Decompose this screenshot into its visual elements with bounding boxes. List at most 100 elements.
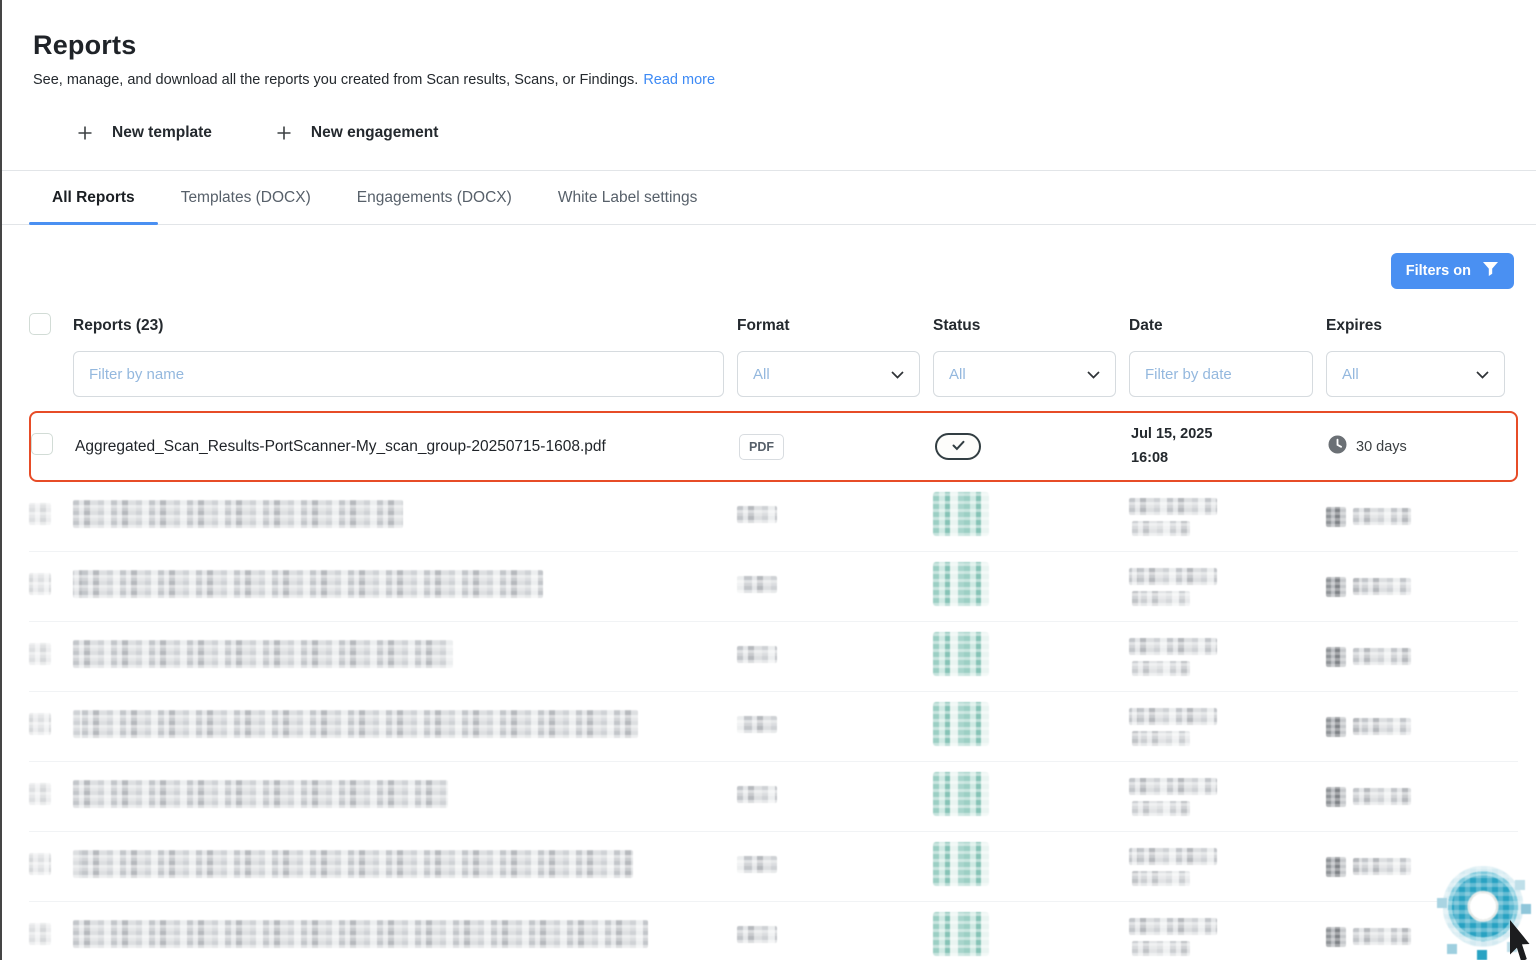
redacted-file-name <box>73 920 648 948</box>
filter-by-name-input[interactable] <box>73 351 724 397</box>
redacted-clock-icon <box>1326 577 1346 597</box>
redacted-checkbox <box>29 713 51 735</box>
redacted-status <box>933 632 989 676</box>
redacted-clock-icon <box>1326 787 1346 807</box>
page-subtitle: See, manage, and download all the report… <box>33 72 638 88</box>
redacted-checkbox <box>29 923 51 945</box>
redacted-format <box>737 506 777 523</box>
clock-icon <box>1328 435 1347 458</box>
chevron-down-icon <box>891 366 904 383</box>
redacted-clock-icon <box>1326 647 1346 667</box>
redacted-expires <box>1326 717 1518 737</box>
column-header-reports: Reports (23) <box>73 317 737 335</box>
redacted-date <box>1129 918 1326 956</box>
redacted-format <box>737 646 777 663</box>
redacted-clock-icon <box>1326 507 1346 527</box>
new-engagement-button[interactable]: New engagement <box>276 124 438 142</box>
report-expires-label: 30 days <box>1356 439 1407 455</box>
format-badge: PDF <box>739 434 784 460</box>
redacted-file-name <box>73 780 448 808</box>
redacted-file-name <box>73 640 453 668</box>
redacted-status <box>933 772 989 816</box>
filters-on-label: Filters on <box>1406 263 1471 279</box>
report-expires: 30 days <box>1328 435 1516 458</box>
redacted-status <box>933 562 989 606</box>
read-more-link[interactable]: Read more <box>643 72 715 88</box>
redacted-expires <box>1326 577 1518 597</box>
redacted-status <box>933 702 989 746</box>
status-complete-pill[interactable] <box>935 433 981 460</box>
redacted-file-name <box>73 500 403 528</box>
filter-by-date-input[interactable] <box>1129 351 1313 397</box>
report-file-name[interactable]: Aggregated_Scan_Results-PortScanner-My_s… <box>75 438 739 456</box>
table-row-redacted[interactable] <box>29 482 1518 552</box>
page-header: Reports See, manage, and download all th… <box>2 0 1536 170</box>
column-header-date: Date <box>1129 317 1326 335</box>
redacted-format <box>737 786 777 803</box>
table-row-redacted[interactable] <box>29 552 1518 622</box>
redacted-format <box>737 926 777 943</box>
redacted-status <box>933 842 989 886</box>
redacted-date <box>1129 568 1326 606</box>
report-date-line2: 16:08 <box>1131 447 1328 471</box>
main-content: Filters on Reports (23) Format Status Da… <box>2 225 1536 960</box>
redacted-clock-icon <box>1326 927 1346 947</box>
redacted-format <box>737 856 777 873</box>
tab-templates-docx[interactable]: Templates (DOCX) <box>158 171 334 224</box>
plus-icon <box>276 125 292 141</box>
table-row-redacted[interactable] <box>29 762 1518 832</box>
new-template-button[interactable]: New template <box>77 124 212 142</box>
table-header-row: Reports (23) Format Status Date Expires <box>29 305 1518 347</box>
format-filter-select[interactable]: All <box>737 351 920 397</box>
new-engagement-label: New engagement <box>311 124 438 142</box>
redacted-checkbox <box>29 853 51 875</box>
chevron-down-icon <box>1087 366 1100 383</box>
redacted-clock-icon <box>1326 857 1346 877</box>
filters-on-button[interactable]: Filters on <box>1391 253 1514 289</box>
redacted-format <box>737 716 777 733</box>
redacted-checkbox <box>29 573 51 595</box>
tab-white-label-settings[interactable]: White Label settings <box>535 171 721 224</box>
select-all-checkbox[interactable] <box>29 313 51 335</box>
table-row-highlighted[interactable]: Aggregated_Scan_Results-PortScanner-My_s… <box>29 411 1518 482</box>
page-title: Reports <box>33 30 1512 61</box>
redacted-expires <box>1326 647 1518 667</box>
column-header-format: Format <box>737 317 933 335</box>
tab-all-reports[interactable]: All Reports <box>29 171 158 224</box>
tab-engagements-docx[interactable]: Engagements (DOCX) <box>334 171 535 224</box>
format-filter-value: All <box>753 366 770 383</box>
reports-table: Reports (23) Format Status Date Expires … <box>29 305 1518 960</box>
redacted-date <box>1129 778 1326 816</box>
redacted-file-name <box>73 710 638 738</box>
redacted-date <box>1129 708 1326 746</box>
tab-bar: All Reports Templates (DOCX) Engagements… <box>2 170 1536 225</box>
funnel-icon <box>1482 261 1499 281</box>
status-filter-value: All <box>949 366 966 383</box>
row-checkbox[interactable] <box>31 433 53 455</box>
redacted-date <box>1129 638 1326 676</box>
table-row-redacted[interactable] <box>29 622 1518 692</box>
expires-filter-select[interactable]: All <box>1326 351 1505 397</box>
column-header-status: Status <box>933 317 1129 335</box>
table-row-redacted[interactable] <box>29 832 1518 902</box>
table-filter-row: All All All <box>29 351 1518 397</box>
table-row-redacted[interactable] <box>29 902 1518 960</box>
status-filter-select[interactable]: All <box>933 351 1116 397</box>
redacted-format <box>737 576 777 593</box>
redacted-expires <box>1326 507 1518 527</box>
report-date: Jul 15, 2025 16:08 <box>1131 423 1328 471</box>
redacted-file-name <box>73 850 633 878</box>
redacted-status <box>933 912 989 956</box>
expires-filter-value: All <box>1342 366 1359 383</box>
redacted-file-name <box>73 570 543 598</box>
report-date-line1: Jul 15, 2025 <box>1131 423 1328 447</box>
check-icon <box>952 438 965 456</box>
redacted-rows-container <box>29 482 1518 960</box>
redacted-checkbox <box>29 503 51 525</box>
redacted-checkbox <box>29 643 51 665</box>
table-row-redacted[interactable] <box>29 692 1518 762</box>
redacted-checkbox <box>29 783 51 805</box>
new-template-label: New template <box>112 124 212 142</box>
redacted-date <box>1129 848 1326 886</box>
chevron-down-icon <box>1476 366 1489 383</box>
